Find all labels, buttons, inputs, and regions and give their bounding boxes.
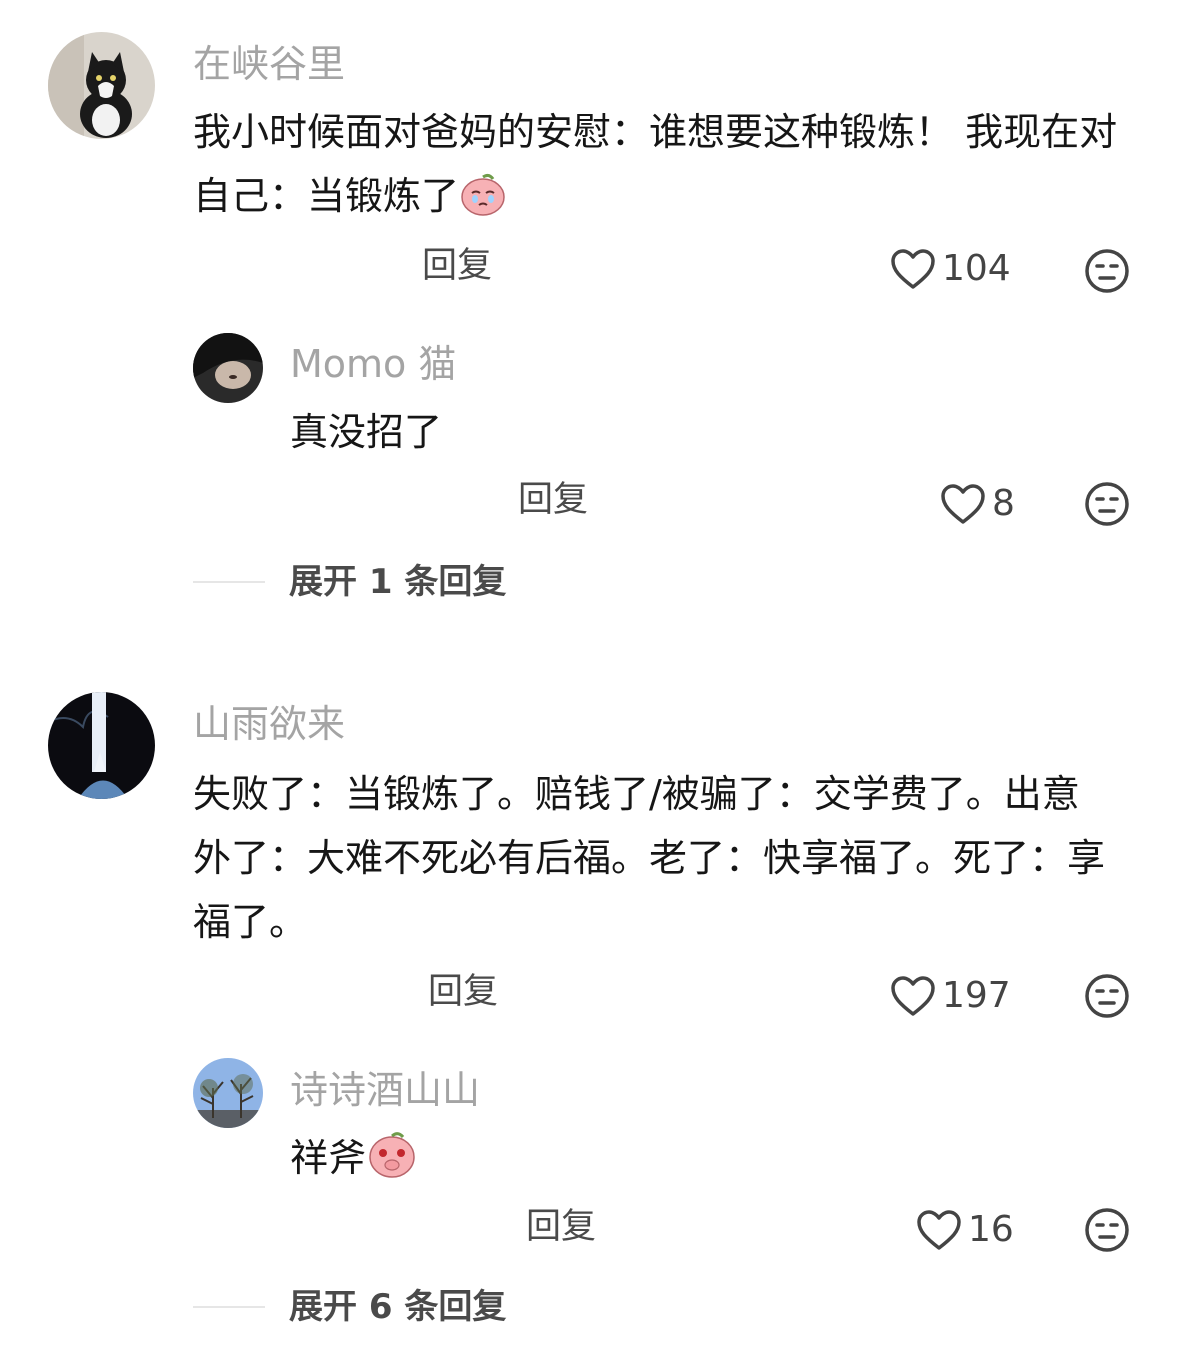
- reply-text: 祥斧: [290, 1126, 418, 1190]
- heart-outline-icon: [890, 975, 936, 1017]
- expand-divider: [193, 1306, 265, 1308]
- dislike-button[interactable]: [1084, 248, 1130, 294]
- expand-replies-label: 展开 1 条回复: [289, 562, 507, 602]
- expand-replies[interactable]: 展开 1 条回复: [193, 565, 506, 599]
- unamused-face-icon: [1084, 248, 1130, 294]
- like-count: 197: [942, 975, 1011, 1016]
- expand-replies[interactable]: 展开 6 条回复: [193, 1290, 506, 1324]
- crying-peach-emoji: [459, 169, 507, 217]
- reply-button[interactable]: 回复: [526, 1210, 596, 1245]
- reply-username[interactable]: 诗诗酒山山: [290, 1071, 480, 1109]
- comment-text: 我小时候面对爸妈的安慰：谁想要这种锻炼！ 我现在对自己：当锻炼了: [193, 100, 1123, 228]
- heart-outline-icon: [890, 248, 936, 290]
- reply-button[interactable]: 回复: [428, 975, 498, 1010]
- like-count: 16: [968, 1209, 1014, 1250]
- heart-outline-icon: [916, 1209, 962, 1251]
- like-button[interactable]: 8: [940, 483, 1015, 525]
- comment-text: 失败了：当锻炼了。赔钱了/被骗了：交学费了。出意外了：大难不死必有后福。老了：快…: [193, 772, 1106, 944]
- like-button[interactable]: 197: [890, 975, 1011, 1017]
- comment-username[interactable]: 在峡谷里: [193, 45, 345, 83]
- like-count: 8: [992, 483, 1015, 524]
- like-button[interactable]: 16: [916, 1209, 1014, 1251]
- unamused-face-icon: [1084, 1207, 1130, 1253]
- comment-text-body: 我小时候面对爸妈的安慰：谁想要这种锻炼！ 我现在对自己：当锻炼了: [193, 110, 1118, 218]
- reply-text-body: 祥斧: [290, 1136, 367, 1180]
- avatar-cat[interactable]: [48, 32, 155, 139]
- avatar-trees[interactable]: [193, 1058, 263, 1128]
- avatar-rain[interactable]: [48, 692, 155, 799]
- dislike-button[interactable]: [1084, 973, 1130, 1019]
- like-button[interactable]: 104: [890, 248, 1011, 290]
- comment-username[interactable]: 山雨欲来: [193, 705, 345, 743]
- avatar-momo[interactable]: [193, 333, 263, 403]
- expand-replies-label: 展开 6 条回复: [289, 1287, 507, 1327]
- reply-button[interactable]: 回复: [422, 249, 492, 284]
- reply-text: 真没招了: [290, 410, 443, 454]
- peach-snicker-emoji: [366, 1127, 418, 1179]
- dislike-button[interactable]: [1084, 1207, 1130, 1253]
- reply-username[interactable]: Momo 猫: [290, 345, 456, 383]
- reply-button[interactable]: 回复: [518, 483, 588, 518]
- heart-outline-icon: [940, 483, 986, 525]
- unamused-face-icon: [1084, 481, 1130, 527]
- dislike-button[interactable]: [1084, 481, 1130, 527]
- unamused-face-icon: [1084, 973, 1130, 1019]
- expand-divider: [193, 581, 265, 583]
- like-count: 104: [942, 248, 1011, 289]
